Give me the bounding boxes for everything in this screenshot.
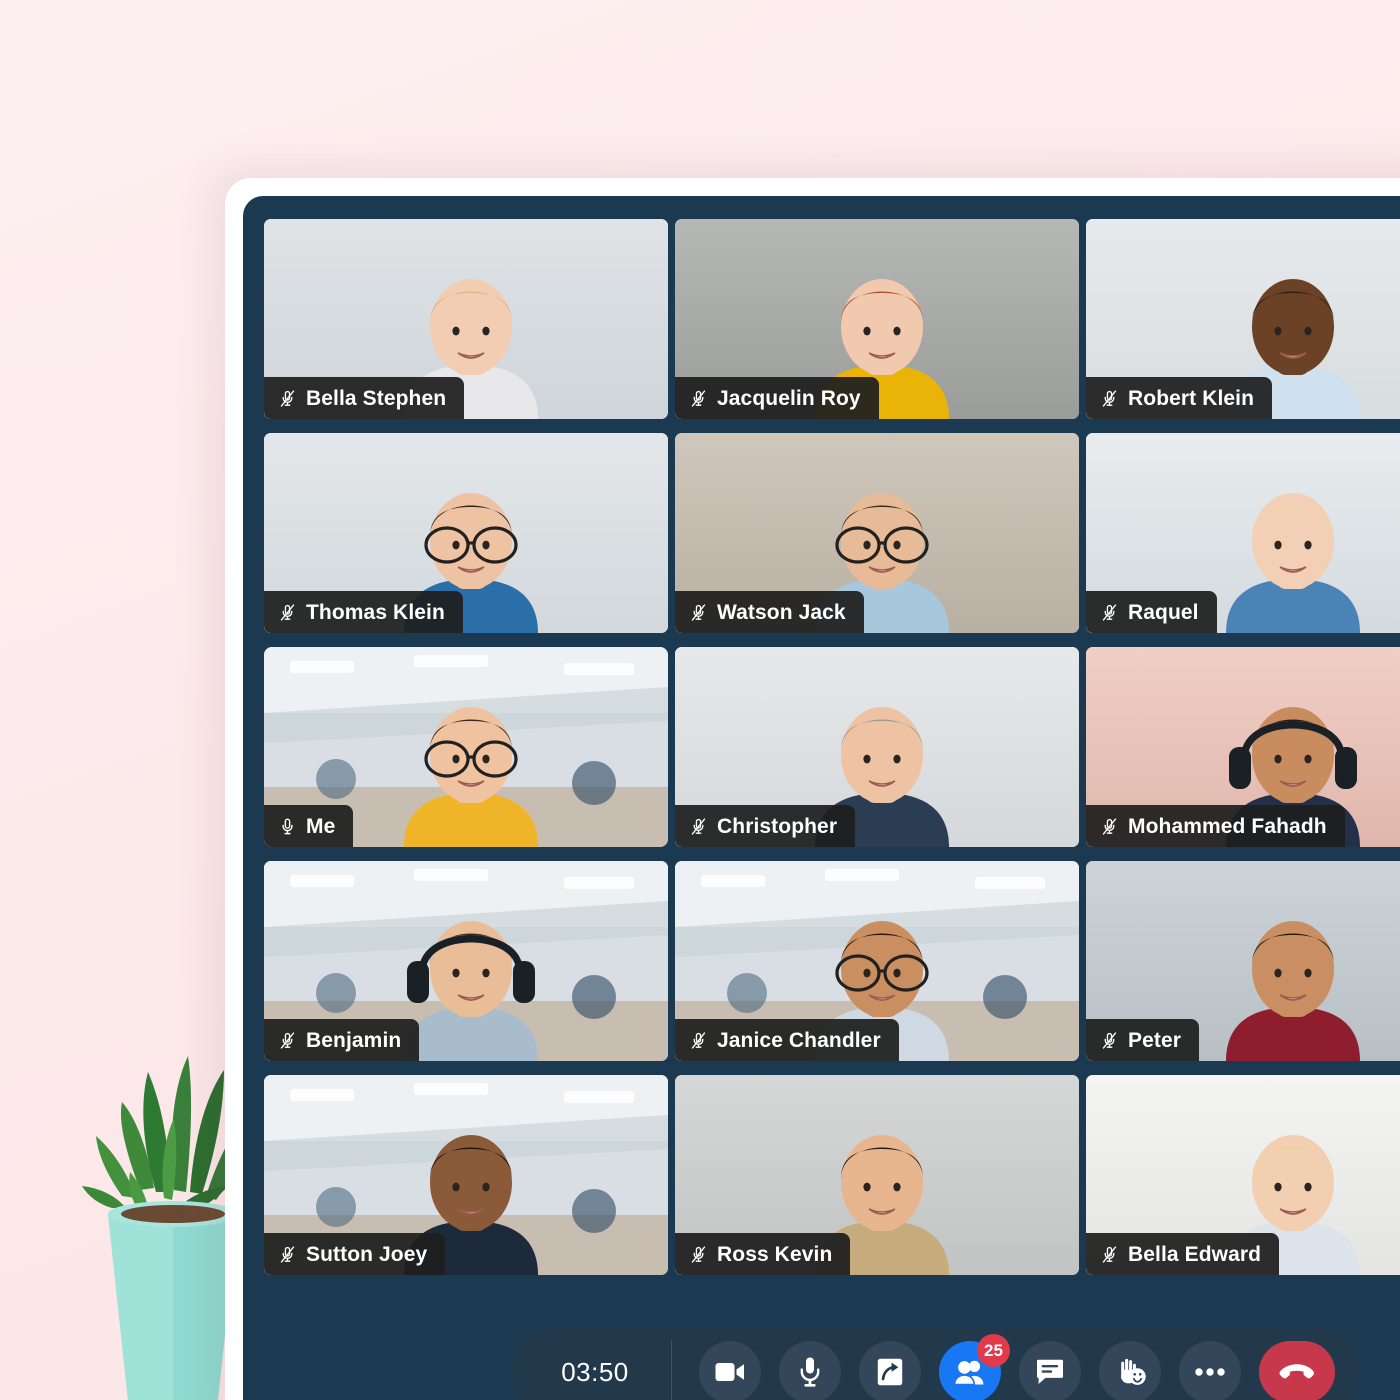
more-dots-button[interactable] (1179, 1341, 1241, 1400)
participant-name-plate: Peter (1086, 1019, 1200, 1061)
participants-button[interactable]: 25 (939, 1334, 1010, 1400)
video-camera-icon (715, 1361, 745, 1383)
participant-name-label: Watson Jack (717, 600, 846, 624)
video-tile[interactable]: Sutton Joey (264, 1075, 668, 1275)
mic-muted-icon (278, 1029, 297, 1052)
end-call-button[interactable] (1259, 1341, 1335, 1400)
raise-hand-emoji-button[interactable] (1099, 1341, 1161, 1400)
participant-name-plate: Janice Chandler (675, 1019, 899, 1061)
mic-muted-icon (689, 601, 708, 624)
video-tile[interactable]: Thomas Klein (264, 433, 668, 633)
mic-muted-icon (278, 1243, 297, 1266)
video-tile[interactable]: Me (264, 647, 668, 847)
video-tile[interactable]: Christopher (675, 647, 1079, 847)
video-tile[interactable]: Bella Edward (1086, 1075, 1400, 1275)
participant-name-plate: Bella Edward (1086, 1233, 1280, 1275)
participant-name-label: Mohammed Fahadh (1128, 814, 1327, 838)
call-timer: 03:50 (561, 1357, 629, 1387)
video-tile[interactable]: Jacquelin Roy (675, 219, 1079, 419)
mic-muted-icon (689, 387, 708, 410)
raise-hand-emoji-icon (1114, 1357, 1146, 1387)
mic-muted-icon (1100, 1029, 1119, 1052)
plant-pot (108, 1201, 238, 1400)
microphone-button[interactable] (779, 1341, 841, 1400)
video-tile[interactable]: Raquel (1086, 433, 1400, 633)
participant-name-plate: Jacquelin Roy (675, 377, 879, 419)
mic-muted-icon (278, 387, 297, 410)
participant-video-grid: Bella Stephen Jacquelin Roy Robert Klein… (264, 219, 1400, 1275)
video-tile[interactable]: Robert Klein (1086, 219, 1400, 419)
mic-muted-icon (689, 1029, 708, 1052)
participant-name-label: Sutton Joey (306, 1242, 428, 1266)
participant-name-label: Thomas Klein (306, 600, 445, 624)
video-tile[interactable]: Peter (1086, 861, 1400, 1061)
mic-muted-icon (1100, 387, 1119, 410)
participant-name-label: Robert Klein (1128, 386, 1255, 410)
mic-muted-icon (689, 1243, 708, 1266)
participant-name-label: Raquel (1128, 600, 1199, 624)
more-dots-icon (1195, 1368, 1225, 1376)
participant-name-plate: Sutton Joey (264, 1233, 446, 1275)
mic-muted-icon (1100, 1243, 1119, 1266)
participant-name-plate: Ross Kevin (675, 1233, 851, 1275)
share-screen-button[interactable] (859, 1341, 921, 1400)
video-tile[interactable]: Watson Jack (675, 433, 1079, 633)
chat-bubble-button[interactable] (1019, 1341, 1081, 1400)
video-tile[interactable]: Mohammed Fahadh (1086, 647, 1400, 847)
video-tile[interactable]: Bella Stephen (264, 219, 668, 419)
chat-bubble-icon (1036, 1359, 1064, 1385)
video-tile[interactable]: Janice Chandler (675, 861, 1079, 1061)
participant-name-label: Peter (1128, 1028, 1182, 1052)
participant-name-label: Janice Chandler (717, 1028, 881, 1052)
participant-name-plate: Mohammed Fahadh (1086, 805, 1345, 847)
share-screen-icon (877, 1358, 903, 1386)
control-button-group: 25 (690, 1334, 1344, 1400)
video-tile[interactable]: Ross Kevin (675, 1075, 1079, 1275)
participant-name-label: Bella Edward (1128, 1242, 1262, 1266)
mic-muted-icon (1100, 815, 1119, 838)
microphone-icon (800, 1357, 820, 1387)
participant-name-label: Benjamin (306, 1028, 402, 1052)
video-tile[interactable]: Benjamin (264, 861, 668, 1061)
participant-name-plate: Me (264, 805, 354, 847)
participant-name-label: Me (306, 814, 336, 838)
participants-count-badge: 25 (977, 1334, 1010, 1367)
video-meeting-window: Bella Stephen Jacquelin Roy Robert Klein… (243, 196, 1400, 1400)
mic-muted-icon (689, 815, 708, 838)
participant-name-plate: Benjamin (264, 1019, 420, 1061)
participant-name-plate: Bella Stephen (264, 377, 465, 419)
participants-icon (954, 1359, 986, 1385)
mic-muted-icon (278, 601, 297, 624)
video-camera-button[interactable] (699, 1341, 761, 1400)
participant-name-label: Bella Stephen (306, 386, 447, 410)
meeting-control-bar: 03:50 25 (511, 1328, 1360, 1400)
participant-name-plate: Christopher (675, 805, 856, 847)
toolbar-divider (671, 1340, 672, 1400)
participant-name-label: Christopher (717, 814, 838, 838)
participant-name-label: Jacquelin Roy (717, 386, 861, 410)
participant-name-plate: Robert Klein (1086, 377, 1273, 419)
participant-name-plate: Watson Jack (675, 591, 864, 633)
participant-name-plate: Raquel (1086, 591, 1217, 633)
mic-muted-icon (1100, 601, 1119, 624)
participant-name-plate: Thomas Klein (264, 591, 463, 633)
participant-name-label: Ross Kevin (717, 1242, 833, 1266)
end-call-icon (1279, 1362, 1315, 1382)
mic-on-icon (278, 815, 297, 838)
